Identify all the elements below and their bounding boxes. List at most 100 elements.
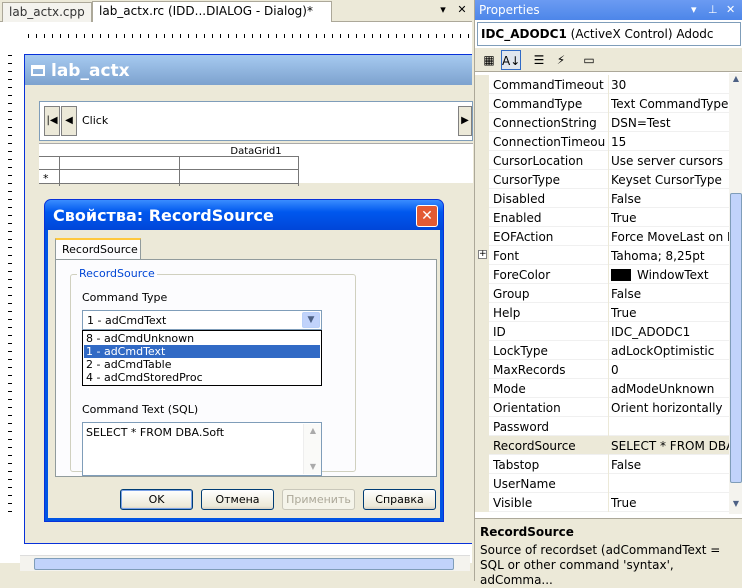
property-value[interactable]: Tahoma; 8,25pt	[611, 249, 729, 263]
property-row[interactable]: Disabled False	[475, 189, 729, 208]
horizontal-scrollbar[interactable]	[20, 555, 470, 571]
property-column-divider[interactable]	[608, 322, 609, 341]
scrollbar-thumb[interactable]	[34, 558, 454, 570]
property-column-divider[interactable]	[608, 170, 609, 189]
ok-button[interactable]: OK	[120, 489, 193, 510]
help-button[interactable]: Справка	[363, 489, 436, 510]
vertical-scrollbar[interactable]: ▲ ▼	[729, 73, 742, 514]
property-column-divider[interactable]	[608, 113, 609, 132]
scroll-down-icon[interactable]: ▼	[730, 499, 742, 513]
close-button[interactable]: ✕	[416, 205, 438, 227]
property-column-divider[interactable]	[608, 417, 609, 436]
property-value[interactable]: True	[611, 211, 729, 225]
property-column-divider[interactable]	[608, 398, 609, 417]
tab-recordsource[interactable]: RecordSource	[55, 238, 141, 260]
property-value[interactable]: SELECT * FROM DBA.Soft	[611, 439, 729, 453]
property-value[interactable]: True	[611, 306, 729, 320]
property-row[interactable]: ConnectionString DSN=Test	[475, 113, 729, 132]
property-column-divider[interactable]	[608, 341, 609, 360]
property-row[interactable]: Help True	[475, 303, 729, 322]
property-row[interactable]: Tabstop False	[475, 455, 729, 474]
property-value[interactable]: 15	[611, 135, 729, 149]
chevron-down-icon[interactable]: ▾	[691, 3, 697, 16]
apply-button[interactable]: Применить	[282, 489, 355, 510]
cancel-button[interactable]: Отмена	[201, 489, 274, 510]
dropdown-option-selected[interactable]: 1 - adCmdText	[84, 345, 320, 358]
property-row[interactable]: Mode adModeUnknown	[475, 379, 729, 398]
property-row[interactable]: RecordSource SELECT * FROM DBA.Soft	[475, 436, 729, 455]
property-column-divider[interactable]	[608, 436, 609, 455]
property-row[interactable]: CommandTimeout 30	[475, 75, 729, 94]
scroll-up-icon[interactable]: ▲	[730, 74, 742, 88]
property-column-divider[interactable]	[608, 455, 609, 474]
property-value[interactable]: Text CommandType	[611, 97, 729, 111]
property-value[interactable]: adLockOptimistic	[611, 344, 729, 358]
property-value[interactable]: 30	[611, 78, 729, 92]
property-row[interactable]: Orientation Orient horizontally	[475, 398, 729, 417]
property-value[interactable]: True	[611, 496, 729, 510]
alphabetical-icon[interactable]: A↓	[501, 50, 521, 70]
property-column-divider[interactable]	[608, 94, 609, 113]
properties-icon[interactable]: ☰	[529, 50, 549, 70]
property-column-divider[interactable]	[608, 208, 609, 227]
tab-lab-actx-rc-dialog[interactable]: lab_actx.rc (IDD...DIALOG - Dialog)*	[92, 1, 332, 23]
property-value[interactable]: IDC_ADODC1	[611, 325, 729, 339]
property-column-divider[interactable]	[608, 75, 609, 94]
property-value[interactable]: False	[611, 287, 729, 301]
property-value[interactable]: Use server cursors	[611, 154, 729, 168]
adodc-control[interactable]: |◀ ◀ Click ▶	[39, 101, 473, 141]
scrollbar-thumb[interactable]	[730, 193, 742, 483]
property-row[interactable]: Visible True	[475, 493, 729, 512]
property-row[interactable]: CommandType Text CommandType	[475, 94, 729, 113]
property-row[interactable]: LockType adLockOptimistic	[475, 341, 729, 360]
property-row[interactable]: MaxRecords 0	[475, 360, 729, 379]
vertical-scrollbar[interactable]: ▲ ▼	[303, 424, 321, 474]
events-icon[interactable]: ⚡	[551, 50, 571, 70]
property-column-divider[interactable]	[608, 379, 609, 398]
property-row[interactable]: EOFAction Force MoveLast on EOF	[475, 227, 729, 246]
property-column-divider[interactable]	[608, 151, 609, 170]
property-column-divider[interactable]	[608, 132, 609, 151]
property-row[interactable]: Group False	[475, 284, 729, 303]
pin-icon[interactable]: ⊥	[708, 3, 718, 16]
categorized-icon[interactable]: ▦	[479, 50, 499, 70]
property-column-divider[interactable]	[608, 246, 609, 265]
command-text-textarea[interactable]: SELECT * FROM DBA.Soft ▲ ▼	[82, 422, 322, 476]
command-type-combobox[interactable]: 1 - adCmdText ▼	[82, 310, 322, 330]
property-row[interactable]: Enabled True	[475, 208, 729, 227]
property-column-divider[interactable]	[608, 303, 609, 322]
property-value[interactable]: adModeUnknown	[611, 382, 729, 396]
property-column-divider[interactable]	[608, 474, 609, 493]
property-value[interactable]: False	[611, 192, 729, 206]
property-column-divider[interactable]	[608, 227, 609, 246]
property-row[interactable]: ConnectionTimeout 15	[475, 132, 729, 151]
tab-lab-actx-cpp[interactable]: lab_actx.cpp	[2, 2, 92, 22]
dropdown-option[interactable]: 4 - adCmdStoredProc	[84, 371, 320, 384]
expand-icon[interactable]: +	[478, 250, 487, 259]
property-value[interactable]: Orient horizontally	[611, 401, 729, 415]
property-row[interactable]: CursorLocation Use server cursors	[475, 151, 729, 170]
property-value[interactable]: Force MoveLast on EOF	[611, 230, 729, 244]
scroll-up-icon[interactable]: ▲	[308, 426, 318, 435]
dropdown-option[interactable]: 2 - adCmdTable	[84, 358, 320, 371]
close-icon[interactable]: ✕	[455, 3, 469, 17]
property-value[interactable]: 0	[611, 363, 729, 377]
dropdown-option[interactable]: 8 - adCmdUnknown	[84, 332, 320, 345]
property-row[interactable]: + Font Tahoma; 8,25pt	[475, 246, 729, 265]
property-row[interactable]: ForeColor WindowText	[475, 265, 729, 284]
property-column-divider[interactable]	[608, 265, 609, 284]
property-column-divider[interactable]	[608, 189, 609, 208]
chevron-down-icon[interactable]: ▼	[302, 312, 320, 328]
property-value[interactable]: Keyset CursorType	[611, 173, 729, 187]
object-selector-combobox[interactable]: IDC_ADODC1 (ActiveX Control) Adodc	[477, 22, 741, 46]
datagrid-control[interactable]: DataGrid1 *	[39, 143, 473, 186]
property-column-divider[interactable]	[608, 493, 609, 512]
property-row[interactable]: UserName	[475, 474, 729, 493]
property-row[interactable]: CursorType Keyset CursorType	[475, 170, 729, 189]
property-value[interactable]: False	[611, 458, 729, 472]
property-value[interactable]: DSN=Test	[611, 116, 729, 130]
property-pages-icon[interactable]: ▭	[579, 50, 599, 70]
property-row[interactable]: Password	[475, 417, 729, 436]
property-column-divider[interactable]	[608, 360, 609, 379]
scroll-down-icon[interactable]: ▼	[308, 462, 318, 471]
